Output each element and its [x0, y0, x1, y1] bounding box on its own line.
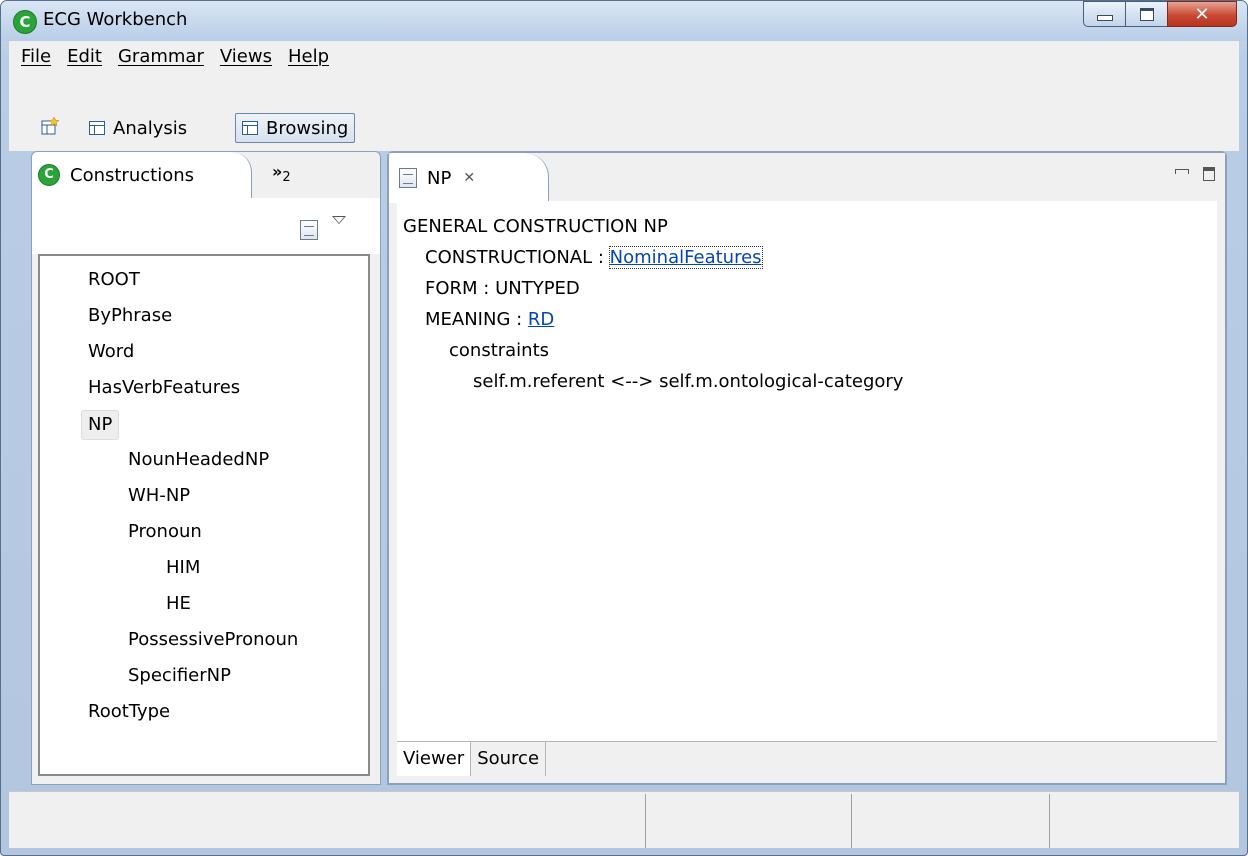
status-separator — [851, 794, 852, 848]
browsing-perspective-button[interactable]: Browsing — [235, 113, 356, 143]
close-tab-icon[interactable]: ✕ — [463, 170, 475, 186]
tab-source[interactable]: Source — [471, 742, 547, 776]
status-bar — [9, 791, 1239, 848]
menu-grammar[interactable]: Grammar — [118, 46, 204, 67]
analysis-perspective-button[interactable]: Analysis — [83, 113, 193, 143]
tree-item[interactable]: ROOT — [88, 266, 140, 294]
tab-np[interactable]: NP ✕ — [389, 153, 549, 203]
view-toolbar — [32, 198, 380, 254]
meaning-line: MEANING : RD — [403, 304, 1211, 335]
browsing-label: Browsing — [266, 117, 349, 139]
rd-link[interactable]: RD — [528, 309, 554, 330]
close-icon: ✕ — [1194, 3, 1210, 25]
menu-edit[interactable]: Edit — [67, 46, 102, 67]
constraints-heading: constraints — [449, 340, 550, 361]
table-icon — [89, 121, 105, 135]
editor-tabs: NP ✕ — [389, 153, 1225, 203]
left-view-tabs: C Constructions »2 — [32, 152, 380, 198]
app-logo-icon: C — [13, 10, 37, 34]
maximize-editor-icon[interactable] — [1203, 167, 1215, 181]
open-document-icon[interactable] — [300, 220, 318, 240]
constraint-line: self.m.referent <--> self.m.ontological-… — [473, 371, 904, 392]
document-icon — [399, 168, 417, 188]
menu-file[interactable]: File — [21, 46, 51, 67]
constructional-label: CONSTRUCTIONAL : — [425, 247, 610, 268]
tree-item[interactable]: Pronoun — [128, 518, 202, 546]
tree-item[interactable]: HE — [166, 590, 191, 618]
tree-item[interactable]: NounHeadedNP — [128, 446, 269, 474]
view-menu-chevron-icon[interactable] — [332, 216, 346, 224]
close-window-button[interactable]: ✕ — [1167, 1, 1237, 27]
construction-viewer: GENERAL CONSTRUCTION NP CONSTRUCTIONAL :… — [397, 201, 1217, 741]
constructions-view: C Constructions »2 ROOT ByPhrase Word Ha… — [31, 151, 381, 785]
overflow-count: 2 — [282, 170, 291, 186]
tree-item[interactable]: PossessivePronoun — [128, 626, 298, 654]
tree-item[interactable]: HasVerbFeatures — [88, 374, 240, 402]
window-title: ECG Workbench — [43, 9, 188, 30]
minimize-editor-icon[interactable] — [1175, 169, 1189, 174]
construction-header: GENERAL CONSTRUCTION NP — [403, 216, 668, 237]
constructions-icon: C — [38, 164, 60, 186]
menu-bar: File Edit Grammar Views Help — [9, 41, 1239, 71]
overflow-chevron-icon: » — [272, 162, 283, 181]
tab-constructions-label: Constructions — [70, 164, 194, 186]
new-perspective-icon[interactable] — [41, 117, 59, 135]
form-line: FORM : UNTYPED — [425, 278, 580, 299]
status-separator — [1049, 794, 1050, 848]
meaning-label: MEANING : — [425, 309, 528, 330]
tab-viewer[interactable]: Viewer — [397, 742, 472, 776]
tab-constructions[interactable]: C Constructions — [32, 152, 252, 198]
title-bar[interactable]: C ECG Workbench ✕ — [1, 1, 1247, 41]
minimize-window-button[interactable] — [1083, 1, 1125, 27]
nominalfeatures-link[interactable]: NominalFeatures — [608, 246, 763, 269]
tree-item[interactable]: ByPhrase — [88, 302, 172, 330]
tree-item-selected[interactable]: NP — [81, 410, 120, 440]
app-window: C ECG Workbench ✕ File Edit Grammar View… — [0, 0, 1248, 856]
viewer-source-tabs: Viewer Source — [397, 741, 1217, 778]
construction-tree: ROOT ByPhrase Word HasVerbFeatures NP No… — [38, 254, 370, 776]
constructional-line: CONSTRUCTIONAL : NominalFeatures — [403, 242, 1211, 273]
status-separator — [645, 794, 646, 848]
tab-overflow-button[interactable]: »2 — [272, 162, 291, 185]
menu-help[interactable]: Help — [288, 46, 329, 67]
editor-area: NP ✕ GENERAL CONSTRUCTION NP CONSTRUCTIO… — [387, 151, 1227, 785]
maximize-window-button[interactable] — [1125, 1, 1167, 27]
analysis-label: Analysis — [113, 117, 188, 139]
menu-views[interactable]: Views — [220, 46, 272, 67]
tree-item[interactable]: WH-NP — [128, 482, 190, 510]
tree-item[interactable]: SpecifierNP — [128, 662, 231, 690]
window-controls: ✕ — [1083, 1, 1237, 27]
table-icon — [242, 121, 258, 135]
toolbar: Analysis Browsing — [9, 71, 1239, 151]
tree-item[interactable]: RootType — [88, 698, 170, 726]
tree-item[interactable]: Word — [88, 338, 134, 366]
tree-item[interactable]: HIM — [166, 554, 200, 582]
maximize-icon — [1139, 7, 1154, 21]
minimize-icon — [1096, 15, 1113, 21]
tab-np-label: NP — [427, 167, 452, 189]
